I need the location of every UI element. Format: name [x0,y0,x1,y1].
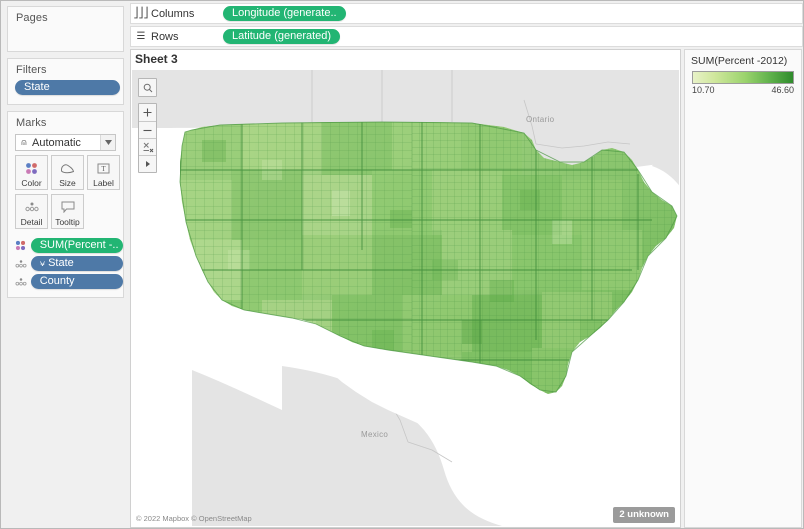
rows-icon: ☰ [136,31,146,42]
marks-pill-county[interactable]: County [30,274,123,289]
map-expand-icon[interactable] [139,155,156,172]
rows-shelf[interactable]: ☰ Rows Latitude (generated) [130,26,803,47]
color-icon [25,160,38,176]
marks-pill-county-label: County [39,275,75,287]
tooltip-icon [61,199,75,215]
detail-icon [24,199,39,215]
hierarchy-expand-icon: ⍱ [39,258,46,268]
left-shelf-column: Pages Filters State Marks ⍝ Automatic Co… [2,2,129,528]
rows-shelf-label: Rows [151,30,179,43]
detail-icon [14,275,28,289]
columns-icon: ⎦⎦⎦ [133,8,149,19]
chevron-down-icon[interactable] [100,135,115,150]
marks-type-dropdown[interactable]: ⍝ Automatic [15,134,116,151]
color-legend-card: SUM(Percent -2012) 10.70 46.60 [684,49,802,528]
worksheet-pane: Sheet 3 Ontario Mexico © 2022 Mapbox © O… [130,49,681,528]
marks-buttons-row-1: Color Size T Label [15,155,123,190]
detail-icon [14,257,28,271]
marks-shelf-row-county: County [14,274,123,289]
marks-color-button[interactable]: Color [15,155,48,190]
pages-title: Pages [16,12,48,24]
rows-pill-label: Latitude (generated) [232,30,332,42]
unknown-marks-badge[interactable]: 2 unknown [613,507,675,523]
marks-buttons-row-2: Detail Tooltip [15,194,123,229]
marks-card: Marks ⍝ Automatic Color Size T Label Det… [7,111,124,298]
zoom-out-icon[interactable] [139,121,156,138]
map-search-icon[interactable] [139,79,156,96]
map-canvas[interactable]: Ontario Mexico © 2022 Mapbox © OpenStree… [132,70,679,526]
columns-shelf[interactable]: ⎦⎦⎦ Columns Longitude (generate.. [130,3,803,24]
marks-pill-state[interactable]: ⍱ State [30,256,123,271]
marks-detail-label: Detail [20,217,43,227]
map-pan-lock-icon[interactable] [139,138,156,155]
page-title: Sheet 3 [131,50,680,69]
marks-size-label: Size [59,178,76,188]
columns-pill-label: Longitude (generate.. [232,7,337,19]
color-legend-title: SUM(Percent -2012) [691,55,788,67]
color-legend-scale: 10.70 46.60 [692,85,794,95]
size-icon [60,160,75,176]
marks-pill-sum-percent-label: SUM(Percent -.. [39,239,119,251]
marks-pill-state-label: State [48,257,74,269]
marks-size-button[interactable]: Size [51,155,84,190]
svg-text:T: T [101,165,106,173]
map-attribution: © 2022 Mapbox © OpenStreetMap [136,514,252,523]
marks-label-button[interactable]: T Label [87,155,120,190]
marks-pill-sum-percent[interactable]: SUM(Percent -.. [30,238,123,253]
color-legend-max: 46.60 [771,85,794,95]
columns-shelf-label: Columns [151,7,195,20]
filter-pill-state[interactable]: State [15,80,120,95]
marks-shelf-row-state: ⍱ State [14,256,123,271]
filter-pill-label: State [24,81,50,93]
marks-shelf-row-color: SUM(Percent -.. [14,238,123,253]
tableau-worksheet-window: Pages Filters State Marks ⍝ Automatic Co… [0,0,804,529]
marks-color-label: Color [21,178,42,188]
pages-card: Pages [7,6,124,52]
columns-pill-longitude[interactable]: Longitude (generate.. [223,6,346,21]
color-legend-min: 10.70 [692,85,715,95]
map-search-group[interactable] [138,78,157,97]
zoom-in-icon[interactable] [139,104,156,121]
marks-title: Marks [16,117,47,129]
filters-title: Filters [16,64,47,76]
map-toolbar[interactable] [138,78,157,173]
filters-card: Filters State [7,58,124,105]
marks-automatic-icon: ⍝ [21,137,27,147]
color-legend-gradient[interactable] [692,71,794,84]
color-icon [14,239,28,253]
choropleth-map [132,70,679,526]
marks-type-label: Automatic [32,136,81,149]
label-icon: T [97,160,110,176]
rows-pill-latitude[interactable]: Latitude (generated) [223,29,341,44]
marks-detail-button[interactable]: Detail [15,194,48,229]
marks-tooltip-label: Tooltip [55,217,80,227]
map-zoom-group[interactable] [138,103,157,173]
marks-tooltip-button[interactable]: Tooltip [51,194,84,229]
marks-label-label: Label [93,178,114,188]
